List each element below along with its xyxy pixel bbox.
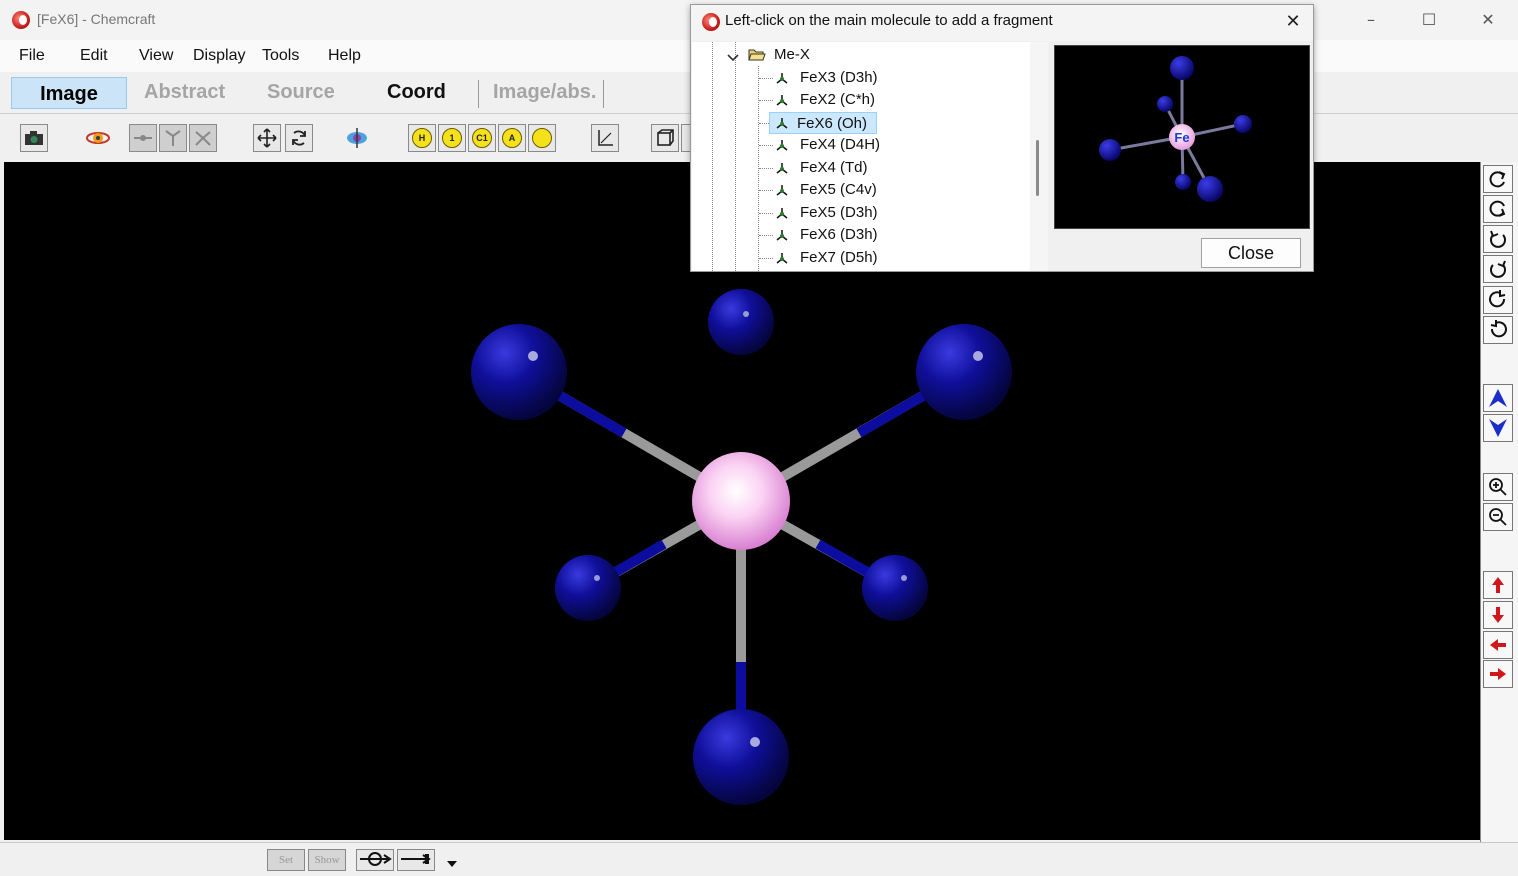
molecule-icon (776, 230, 788, 241)
move-up-red-icon[interactable] (1483, 571, 1513, 599)
bond-arrow-icon[interactable] (397, 849, 435, 871)
rotate-ccw-z-icon[interactable] (1483, 316, 1513, 344)
tree-item-fex4-d4h[interactable]: FeX4 (D4H) (797, 134, 883, 156)
rotate-ccw-x-icon[interactable] (1483, 195, 1513, 223)
dialog-close-icon[interactable]: ✕ (1280, 10, 1306, 34)
molecule-icon (776, 140, 788, 151)
molecule-icon (776, 95, 788, 106)
bond-insert-icon[interactable] (356, 849, 394, 871)
menu-view[interactable]: View (139, 47, 173, 65)
dialog-title: Left-click on the main molecule to add a… (725, 12, 1053, 29)
dihedral-icon[interactable] (189, 124, 217, 152)
move-down-red-icon[interactable] (1483, 601, 1513, 629)
tree-item-fex2-c-h[interactable]: FeX2 (C*h) (797, 89, 878, 111)
tree-line (759, 145, 773, 146)
tree-line (759, 258, 773, 259)
menu-file[interactable]: File (19, 47, 45, 65)
folder-open-icon (748, 47, 766, 61)
camera-icon[interactable] (20, 124, 48, 152)
label-h-button[interactable]: H (408, 124, 436, 152)
tree-line (759, 168, 773, 169)
tab-image[interactable]: Image (11, 77, 127, 109)
tab-image-abs[interactable]: Image/abs. (493, 81, 596, 107)
tab-source[interactable]: Source (267, 81, 335, 107)
tab-separator (478, 80, 479, 108)
tree-scrollbar-thumb[interactable] (1036, 140, 1039, 196)
tree-item-fex7-d5h[interactable]: FeX7 (D5h) (797, 247, 881, 269)
tab-separator (603, 80, 604, 108)
close-button[interactable]: Close (1201, 238, 1301, 268)
zoom-in-icon[interactable] (1483, 473, 1513, 501)
molecule-icon (776, 118, 788, 129)
axes-icon[interactable] (591, 124, 619, 152)
rotate-cw-z-icon[interactable] (1483, 286, 1513, 314)
tree-item-fex6-d3h[interactable]: FeX6 (D3h) (797, 224, 881, 246)
maximize-icon[interactable]: ☐ (1414, 8, 1444, 32)
menu-tools[interactable]: Tools (262, 47, 299, 65)
status-bar (0, 842, 1518, 876)
atom-orbit-icon[interactable] (84, 124, 112, 152)
menu-edit[interactable]: Edit (80, 47, 108, 65)
preview-fe-label: Fe (1174, 130, 1189, 145)
molecule-icon (776, 208, 788, 219)
tree-line (759, 78, 773, 79)
move-left-red-icon[interactable] (1483, 631, 1513, 659)
rotate-cw-x-icon[interactable] (1483, 165, 1513, 193)
box-icon[interactable] (651, 124, 679, 152)
label-number-button[interactable]: 1 (438, 124, 466, 152)
tree-root-me-x[interactable]: Me-X (771, 44, 813, 66)
move-right-red-icon[interactable] (1483, 660, 1513, 688)
molecule-icon (776, 163, 788, 174)
label-c1-button[interactable]: C1 (468, 124, 496, 152)
tree-scrollbar[interactable] (1030, 42, 1048, 271)
tree-line (759, 213, 773, 214)
arrow-up-blue-icon[interactable] (1483, 384, 1513, 412)
menu-display[interactable]: Display (193, 47, 245, 65)
window-title: [FeX6] - Chemcraft (37, 11, 156, 27)
tree-line (735, 42, 736, 271)
label-a-button[interactable]: A (498, 124, 526, 152)
tree-item-fex5-d3h[interactable]: FeX5 (D3h) (797, 202, 881, 224)
chevron-down-icon[interactable] (726, 49, 740, 62)
rotate-ccw-y-icon[interactable] (1483, 255, 1513, 283)
molecule-icon (776, 73, 788, 84)
tree-item-fex3-d3h[interactable]: FeX3 (D3h) (797, 67, 881, 89)
rotate-icon[interactable] (285, 124, 313, 152)
minimize-icon[interactable]: – (1356, 8, 1386, 32)
set-button[interactable]: Set (267, 849, 305, 871)
bond-icon[interactable] (129, 124, 157, 152)
rotate-cw-y-icon[interactable] (1483, 225, 1513, 253)
preview-molecule-svg: Fe (1099, 56, 1252, 202)
molecule-icon (776, 185, 788, 196)
tab-coord[interactable]: Coord (387, 81, 446, 107)
fragment-preview: Fe (1054, 45, 1310, 229)
tree-item-fex5-c4v[interactable]: FeX5 (C4v) (797, 179, 880, 201)
label-blank-button[interactable] (528, 124, 556, 152)
close-window-icon[interactable]: ✕ (1473, 8, 1503, 32)
move-icon[interactable] (253, 124, 281, 152)
app-logo-icon (12, 11, 30, 29)
show-button[interactable]: Show (308, 849, 346, 871)
tree-line (712, 42, 713, 271)
molecule-icon (776, 253, 788, 264)
tree-line (759, 100, 773, 101)
tree-line (759, 235, 773, 236)
tree-line (759, 190, 773, 191)
dropdown-arrow-icon[interactable] (445, 854, 459, 867)
tree-item-fex4-td[interactable]: FeX4 (Td) (797, 157, 871, 179)
zoom-out-icon[interactable] (1483, 503, 1513, 531)
menu-help[interactable]: Help (328, 47, 361, 65)
arrow-down-blue-icon[interactable] (1483, 414, 1513, 442)
tab-abstract[interactable]: Abstract (144, 81, 225, 107)
molecule-view-icon[interactable] (343, 124, 371, 152)
dialog-logo-icon (702, 13, 720, 31)
angle-icon[interactable] (159, 124, 187, 152)
